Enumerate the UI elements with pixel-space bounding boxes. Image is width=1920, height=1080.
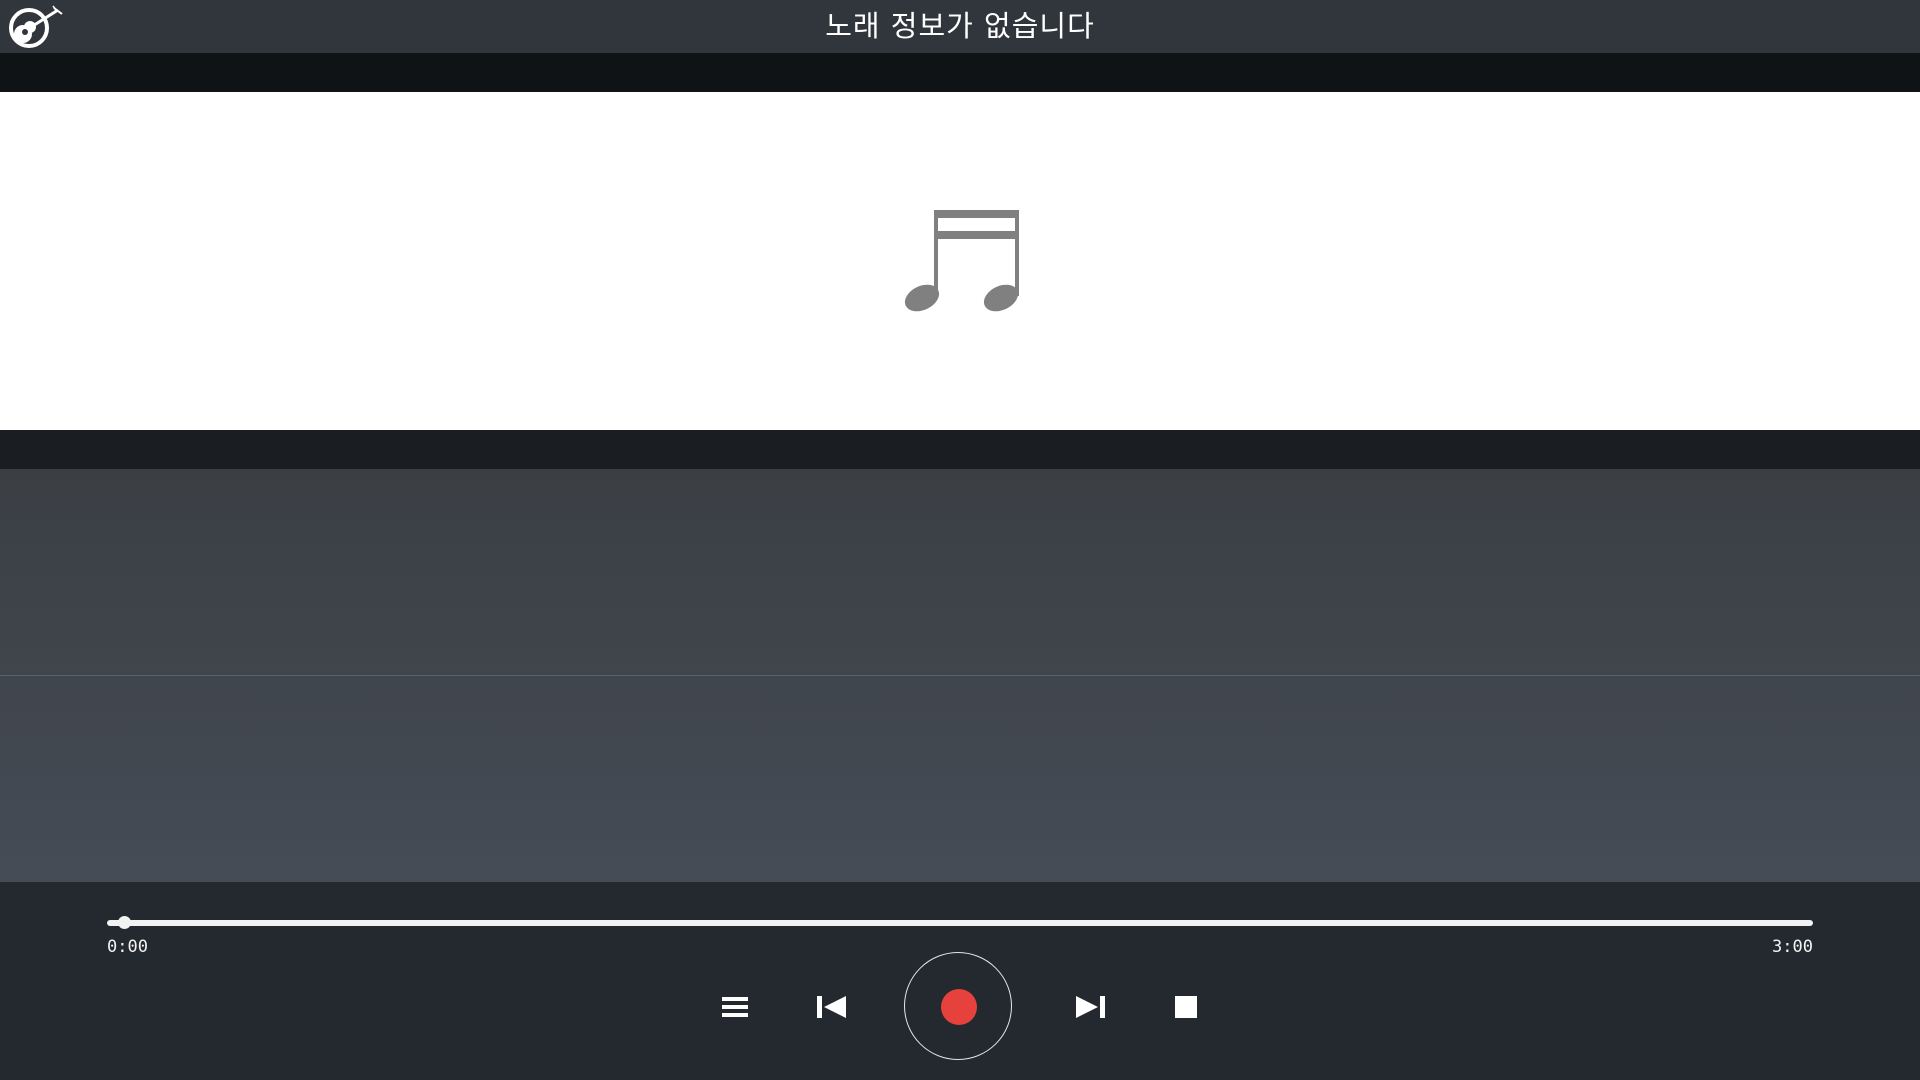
music-player-app: 노래 정보가 없습니다 0:00 3:00 [0,0,1920,1080]
music-note-icon [902,210,1020,314]
current-time: 0:00 [107,937,148,957]
controls-panel: 0:00 3:00 [0,882,1920,1080]
skip-previous-icon [817,996,846,1018]
previous-button[interactable] [815,992,849,1022]
title-bar: 노래 정보가 없습니다 [0,0,1920,53]
total-time: 3:00 [1772,937,1813,957]
record-icon [941,989,977,1025]
record-button[interactable] [904,952,1012,1060]
lyrics-divider [0,675,1920,676]
lyrics-area [0,469,1920,882]
song-title: 노래 정보가 없습니다 [825,9,1095,43]
skip-next-icon [1076,996,1105,1018]
middle-band [0,430,1920,469]
seek-bar[interactable] [107,920,1813,926]
top-band [0,53,1920,92]
seek-thumb[interactable] [118,916,132,929]
list-icon [722,997,748,1017]
stop-button[interactable] [1175,996,1197,1018]
playlist-button[interactable] [720,994,750,1020]
next-button[interactable] [1073,992,1107,1022]
album-art-area [0,92,1920,430]
